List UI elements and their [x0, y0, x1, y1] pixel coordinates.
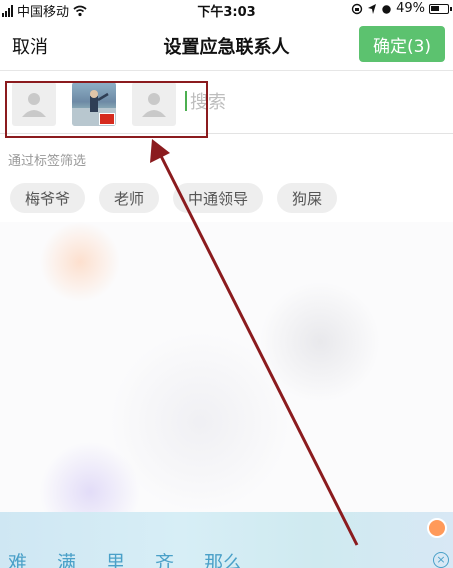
- lock-rotation-icon: [351, 3, 363, 14]
- carrier-label: 中国移动: [17, 5, 70, 20]
- nav-bar: 取消 设置应急联系人 确定(3): [0, 20, 453, 71]
- candidate-row: 难 满 里 齐 那么: [8, 548, 242, 568]
- location-icon: [368, 3, 377, 14]
- tag-chip[interactable]: 老师: [99, 183, 160, 213]
- blurred-contact-list: [0, 222, 453, 512]
- keyboard-mascot-icon[interactable]: [427, 518, 447, 538]
- keyboard-candidate-bar: 难 满 里 齐 那么 ×: [0, 512, 453, 568]
- keyboard-candidate[interactable]: 里: [106, 548, 125, 568]
- keyboard-candidate[interactable]: 齐: [155, 548, 174, 568]
- keyboard-candidate[interactable]: 那么: [204, 548, 242, 568]
- alarm-icon: [382, 4, 391, 14]
- tag-chip[interactable]: 梅爷爷: [10, 183, 86, 213]
- wifi-icon: [73, 5, 87, 16]
- screen: 中国移动 下午3:03 49% 取消 设置应急联系人 确定(3) 搜索 通过标签…: [0, 0, 453, 568]
- search-input[interactable]: [190, 85, 440, 119]
- close-icon[interactable]: ×: [433, 552, 449, 568]
- status-left: 中国移动: [2, 1, 87, 20]
- battery-icon: [429, 3, 452, 14]
- tag-list: 梅爷爷 老师 中通领导 狗屎: [10, 183, 338, 213]
- confirm-button[interactable]: 确定(3): [359, 26, 445, 62]
- keyboard-candidate[interactable]: 满: [57, 548, 76, 568]
- status-bar: 中国移动 下午3:03 49%: [0, 0, 453, 20]
- tag-chip[interactable]: 狗屎: [277, 183, 338, 213]
- tag-chip[interactable]: 中通领导: [173, 183, 264, 213]
- signal-icon: [2, 4, 13, 17]
- keyboard-candidate[interactable]: 难: [8, 548, 27, 568]
- battery-percent: 49%: [396, 1, 425, 16]
- annotation-highlight-box: [5, 81, 208, 138]
- status-right: 49%: [351, 1, 452, 16]
- tag-filter-label: 通过标签筛选: [8, 154, 87, 169]
